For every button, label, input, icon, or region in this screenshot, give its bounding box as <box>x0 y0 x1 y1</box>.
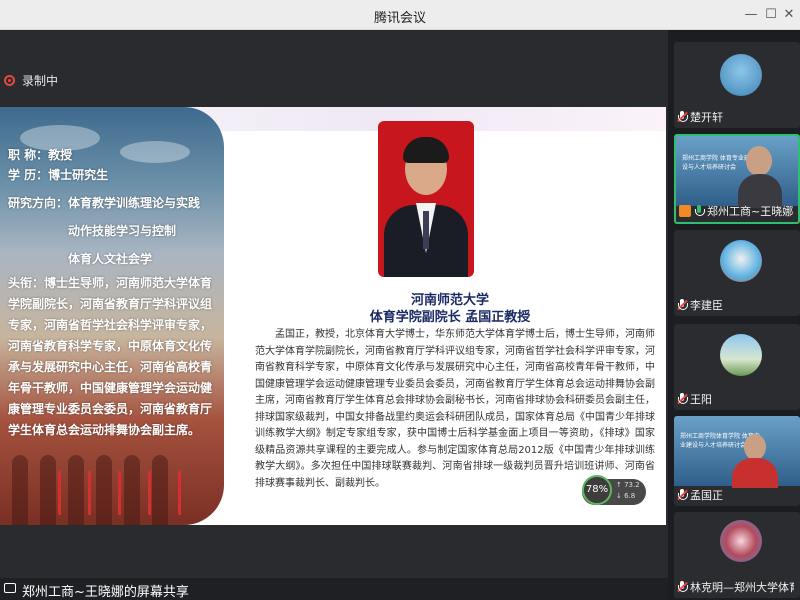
avatar <box>720 240 762 282</box>
share-status-label: 郑州工商~王晓娜的屏幕共享 <box>22 585 189 600</box>
red-flag <box>178 471 181 515</box>
building-arch <box>12 455 28 525</box>
red-flag <box>118 471 121 515</box>
avatar <box>720 334 762 376</box>
campus-photo-panel: 职 称：教授 学 历：博士研究生 研究方向：体育教学训练理论与实践 动作技能学习… <box>0 107 224 525</box>
participant-video: 郑州工商学院 体育专业建设与人才培养研讨会 <box>676 136 798 208</box>
meeting-window: 腾讯会议 — ☐ ✕ 录制中 职 称：教授 学 历：博士研究生 研究方向：体育教… <box>0 0 800 600</box>
mic-muted-icon <box>677 393 688 405</box>
participant-name-row: 孟国正 <box>677 487 723 503</box>
shared-slide: 职 称：教授 学 历：博士研究生 研究方向：体育教学训练理论与实践 动作技能学习… <box>0 107 666 525</box>
speaker-portrait <box>378 121 474 277</box>
maximize-icon[interactable]: ☐ <box>762 6 780 24</box>
portrait-tie <box>423 211 429 249</box>
participant-name: 王阳 <box>690 393 712 406</box>
participant-name-row: 王阳 <box>677 391 712 407</box>
participant-tile[interactable]: 林克明—郑州大学体育学院... <box>674 512 800 598</box>
building-arch <box>68 455 84 525</box>
participant-tile-active[interactable]: 郑州工商学院 体育专业建设与人才培养研讨会 郑州工商~王晓娜 <box>674 134 800 224</box>
participant-video: 郑州工商学院体育学院 体育专业建设与人才培养研讨会 <box>674 416 800 488</box>
network-speed-widget[interactable]: 78% ↑ 73.2 ↓ 6.8 <box>582 475 646 505</box>
research-line: 体育人文社会学 <box>68 252 153 266</box>
participant-name: 郑州工商~王晓娜 <box>707 205 794 218</box>
profile-summary: 职 称：教授 学 历：博士研究生 研究方向：体育教学训练理论与实践 动作技能学习… <box>8 145 220 441</box>
honors-paragraph: 头衔：博士生导师，河南师范大学体育学院副院长，河南省教育厅学科评议组专家，河南省… <box>8 276 213 437</box>
screen-share-stage: 录制中 职 称：教授 学 历：博士研究生 研究方向：体育教学训练理论与实践 动作… <box>0 30 668 600</box>
participant-tile[interactable]: 楚开轩 <box>674 42 800 128</box>
speaker-heading: 体育学院副院长 孟国正教授 <box>369 310 531 325</box>
education-line: 学 历：博士研究生 <box>8 168 109 182</box>
participant-tile[interactable]: 李建臣 <box>674 230 800 316</box>
share-status-bar: 郑州工商~王晓娜的屏幕共享 <box>0 578 668 600</box>
speaker-bio: 孟国正，教授，北京体育大学博士，华东师范大学体育学博士后，博士生导师，河南师范大… <box>255 329 655 489</box>
avatar <box>720 54 762 96</box>
screen-share-icon <box>4 583 16 593</box>
building-arch <box>124 455 140 525</box>
video-banner-text: 郑州工商学院 体育专业建设与人才培养研讨会 <box>682 155 750 171</box>
participant-name: 楚开轩 <box>690 111 723 124</box>
person-face <box>746 146 772 176</box>
download-speed: ↓ 6.8 <box>616 492 636 500</box>
participant-name-row: 郑州工商~王晓娜 <box>679 203 793 219</box>
red-flag <box>88 471 91 515</box>
network-percent: 78% <box>582 475 612 505</box>
recording-indicator[interactable]: 录制中 <box>4 72 58 88</box>
participant-tile[interactable]: 郑州工商学院体育学院 体育专业建设与人才培养研讨会 孟国正 <box>674 416 800 506</box>
participant-tile[interactable]: 王阳 <box>674 324 800 410</box>
red-flag <box>58 471 61 515</box>
avatar <box>720 520 762 562</box>
mic-muted-icon <box>677 489 688 501</box>
participant-name-row: 林克明—郑州大学体育学院... <box>677 579 794 595</box>
research-line: 研究方向：体育教学训练理论与实践 <box>8 196 201 210</box>
title-line: 职 称：教授 <box>8 148 73 162</box>
title-bar: 腾讯会议 — ☐ ✕ <box>0 0 800 30</box>
mic-on-icon <box>694 205 705 217</box>
mic-muted-icon <box>677 299 688 311</box>
recording-label: 录制中 <box>22 73 59 88</box>
research-line: 动作技能学习与控制 <box>68 224 177 238</box>
close-icon[interactable]: ✕ <box>780 6 798 24</box>
building-arch <box>96 455 112 525</box>
portrait-hair <box>403 137 449 163</box>
participant-name: 林克明—郑州大学体育学院... <box>690 581 794 594</box>
window-title: 腾讯会议 <box>373 11 426 26</box>
participant-list: 楚开轩 郑州工商学院 体育专业建设与人才培养研讨会 郑州工商~王晓娜 李建臣 王… <box>668 30 800 600</box>
participant-name: 李建臣 <box>690 299 723 312</box>
host-badge-icon <box>679 205 691 217</box>
mic-muted-icon <box>677 111 688 123</box>
minimize-icon[interactable]: — <box>742 6 760 24</box>
participant-name-row: 楚开轩 <box>677 109 723 125</box>
person-face <box>744 434 766 460</box>
participant-name-row: 李建臣 <box>677 297 723 313</box>
upload-speed: ↑ 73.2 <box>616 481 640 489</box>
record-icon <box>4 74 15 86</box>
red-flag <box>148 471 151 515</box>
building-arch <box>40 455 56 525</box>
building-arch <box>152 455 168 525</box>
mic-muted-icon <box>677 581 688 593</box>
person-body <box>732 458 778 488</box>
participant-name: 孟国正 <box>690 489 723 502</box>
